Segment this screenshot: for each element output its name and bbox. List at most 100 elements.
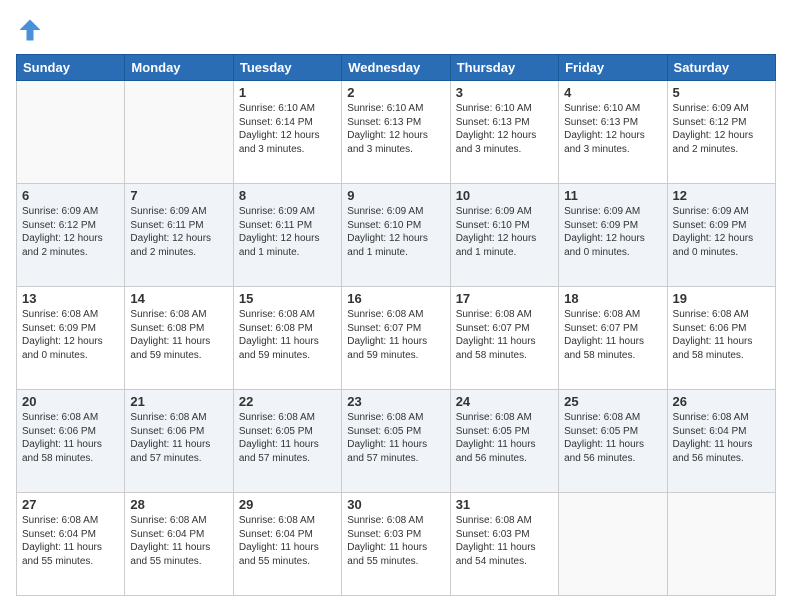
- calendar-week-1: 1Sunrise: 6:10 AM Sunset: 6:14 PM Daylig…: [17, 81, 776, 184]
- calendar-cell: 3 Sunrise: 6:10 AM Sunset: 6:13 PM Daylig…: [450, 81, 558, 184]
- calendar-cell: 15 Sunrise: 6:08 AM Sunset: 6:08 PM Dayli…: [233, 287, 341, 390]
- day-number: 23: [347, 394, 444, 409]
- day-number: 15: [239, 291, 336, 306]
- day-info: Sunrise: 6:09 AM Sunset: 6:10 PM Dayligh…: [456, 205, 553, 259]
- day-info: Sunrise: 6:08 AM Sunset: 6:07 PM Dayligh…: [347, 308, 444, 362]
- calendar-cell: 19 Sunrise: 6:08 AM Sunset: 6:06 PM Dayli…: [667, 287, 775, 390]
- calendar-cell: 16 Sunrise: 6:08 AM Sunset: 6:07 PM Dayli…: [342, 287, 450, 390]
- day-number: 28: [130, 497, 227, 512]
- weekday-header-sunday: Sunday: [17, 55, 125, 81]
- day-number: 26: [673, 394, 770, 409]
- day-info: Sunrise: 6:08 AM Sunset: 6:03 PM Dayligh…: [347, 514, 444, 568]
- day-info: Sunrise: 6:08 AM Sunset: 6:05 PM Dayligh…: [347, 411, 444, 465]
- day-number: 25: [564, 394, 661, 409]
- day-number: 18: [564, 291, 661, 306]
- day-info: Sunrise: 6:09 AM Sunset: 6:11 PM Dayligh…: [130, 205, 227, 259]
- calendar-cell: 9 Sunrise: 6:09 AM Sunset: 6:10 PM Daylig…: [342, 184, 450, 287]
- calendar-week-3: 13 Sunrise: 6:08 AM Sunset: 6:09 PM Dayli…: [17, 287, 776, 390]
- calendar-cell: 24Sunrise: 6:08 AM Sunset: 6:05 PM Dayli…: [450, 390, 558, 493]
- day-number: 12: [673, 188, 770, 203]
- day-info: Sunrise: 6:09 AM Sunset: 6:11 PM Dayligh…: [239, 205, 336, 259]
- day-info: Sunrise: 6:10 AM Sunset: 6:13 PM Dayligh…: [564, 102, 661, 156]
- day-info: Sunrise: 6:08 AM Sunset: 6:06 PM Dayligh…: [22, 411, 119, 465]
- weekday-header-saturday: Saturday: [667, 55, 775, 81]
- calendar-cell: [125, 81, 233, 184]
- calendar-week-2: 6Sunrise: 6:09 AM Sunset: 6:12 PM Daylig…: [17, 184, 776, 287]
- calendar-cell: 30 Sunrise: 6:08 AM Sunset: 6:03 PM Dayli…: [342, 493, 450, 596]
- day-info: Sunrise: 6:10 AM Sunset: 6:13 PM Dayligh…: [456, 102, 553, 156]
- day-number: 9: [347, 188, 444, 203]
- page: SundayMondayTuesdayWednesdayThursdayFrid…: [0, 0, 792, 612]
- calendar-cell: 17Sunrise: 6:08 AM Sunset: 6:07 PM Dayli…: [450, 287, 558, 390]
- weekday-header-monday: Monday: [125, 55, 233, 81]
- calendar-week-4: 20 Sunrise: 6:08 AM Sunset: 6:06 PM Dayli…: [17, 390, 776, 493]
- day-number: 10: [456, 188, 553, 203]
- day-number: 3: [456, 85, 553, 100]
- calendar-cell: 21 Sunrise: 6:08 AM Sunset: 6:06 PM Dayli…: [125, 390, 233, 493]
- day-info: Sunrise: 6:08 AM Sunset: 6:06 PM Dayligh…: [130, 411, 227, 465]
- calendar-cell: 13 Sunrise: 6:08 AM Sunset: 6:09 PM Dayli…: [17, 287, 125, 390]
- calendar-cell: [559, 493, 667, 596]
- day-number: 8: [239, 188, 336, 203]
- calendar-cell: 11Sunrise: 6:09 AM Sunset: 6:09 PM Dayli…: [559, 184, 667, 287]
- day-number: 16: [347, 291, 444, 306]
- day-info: Sunrise: 6:08 AM Sunset: 6:08 PM Dayligh…: [239, 308, 336, 362]
- calendar-cell: 12Sunrise: 6:09 AM Sunset: 6:09 PM Dayli…: [667, 184, 775, 287]
- header: [16, 16, 776, 44]
- calendar-cell: [667, 493, 775, 596]
- calendar-cell: 10 Sunrise: 6:09 AM Sunset: 6:10 PM Dayli…: [450, 184, 558, 287]
- calendar-cell: 28 Sunrise: 6:08 AM Sunset: 6:04 PM Dayli…: [125, 493, 233, 596]
- day-number: 13: [22, 291, 119, 306]
- day-info: Sunrise: 6:08 AM Sunset: 6:04 PM Dayligh…: [673, 411, 770, 465]
- day-info: Sunrise: 6:08 AM Sunset: 6:07 PM Dayligh…: [564, 308, 661, 362]
- day-number: 4: [564, 85, 661, 100]
- calendar-cell: 27 Sunrise: 6:08 AM Sunset: 6:04 PM Dayli…: [17, 493, 125, 596]
- calendar-week-5: 27 Sunrise: 6:08 AM Sunset: 6:04 PM Dayli…: [17, 493, 776, 596]
- day-number: 2: [347, 85, 444, 100]
- day-number: 29: [239, 497, 336, 512]
- day-number: 30: [347, 497, 444, 512]
- day-info: Sunrise: 6:08 AM Sunset: 6:04 PM Dayligh…: [22, 514, 119, 568]
- day-number: 21: [130, 394, 227, 409]
- day-info: Sunrise: 6:08 AM Sunset: 6:08 PM Dayligh…: [130, 308, 227, 362]
- day-number: 24: [456, 394, 553, 409]
- calendar-cell: 25 Sunrise: 6:08 AM Sunset: 6:05 PM Dayli…: [559, 390, 667, 493]
- day-info: Sunrise: 6:08 AM Sunset: 6:03 PM Dayligh…: [456, 514, 553, 568]
- day-number: 19: [673, 291, 770, 306]
- day-info: Sunrise: 6:09 AM Sunset: 6:12 PM Dayligh…: [22, 205, 119, 259]
- day-info: Sunrise: 6:10 AM Sunset: 6:13 PM Dayligh…: [347, 102, 444, 156]
- day-number: 20: [22, 394, 119, 409]
- calendar-cell: 4 Sunrise: 6:10 AM Sunset: 6:13 PM Daylig…: [559, 81, 667, 184]
- day-number: 14: [130, 291, 227, 306]
- day-info: Sunrise: 6:08 AM Sunset: 6:06 PM Dayligh…: [673, 308, 770, 362]
- day-info: Sunrise: 6:08 AM Sunset: 6:09 PM Dayligh…: [22, 308, 119, 362]
- calendar-cell: 6Sunrise: 6:09 AM Sunset: 6:12 PM Daylig…: [17, 184, 125, 287]
- day-number: 31: [456, 497, 553, 512]
- calendar-cell: 1Sunrise: 6:10 AM Sunset: 6:14 PM Daylig…: [233, 81, 341, 184]
- calendar-cell: 26 Sunrise: 6:08 AM Sunset: 6:04 PM Dayli…: [667, 390, 775, 493]
- weekday-header-tuesday: Tuesday: [233, 55, 341, 81]
- calendar-cell: 2 Sunrise: 6:10 AM Sunset: 6:13 PM Daylig…: [342, 81, 450, 184]
- calendar-cell: 7Sunrise: 6:09 AM Sunset: 6:11 PM Daylig…: [125, 184, 233, 287]
- weekday-header-row: SundayMondayTuesdayWednesdayThursdayFrid…: [17, 55, 776, 81]
- day-number: 11: [564, 188, 661, 203]
- day-number: 27: [22, 497, 119, 512]
- day-number: 22: [239, 394, 336, 409]
- calendar-cell: 29 Sunrise: 6:08 AM Sunset: 6:04 PM Dayli…: [233, 493, 341, 596]
- calendar-cell: 20 Sunrise: 6:08 AM Sunset: 6:06 PM Dayli…: [17, 390, 125, 493]
- logo-icon: [16, 16, 44, 44]
- calendar-cell: 8 Sunrise: 6:09 AM Sunset: 6:11 PM Daylig…: [233, 184, 341, 287]
- calendar-cell: 14 Sunrise: 6:08 AM Sunset: 6:08 PM Dayli…: [125, 287, 233, 390]
- day-number: 1: [239, 85, 336, 100]
- calendar-cell: [17, 81, 125, 184]
- day-info: Sunrise: 6:08 AM Sunset: 6:04 PM Dayligh…: [130, 514, 227, 568]
- day-info: Sunrise: 6:08 AM Sunset: 6:05 PM Dayligh…: [564, 411, 661, 465]
- calendar-cell: 31 Sunrise: 6:08 AM Sunset: 6:03 PM Dayli…: [450, 493, 558, 596]
- day-info: Sunrise: 6:09 AM Sunset: 6:10 PM Dayligh…: [347, 205, 444, 259]
- day-info: Sunrise: 6:08 AM Sunset: 6:04 PM Dayligh…: [239, 514, 336, 568]
- day-info: Sunrise: 6:09 AM Sunset: 6:12 PM Dayligh…: [673, 102, 770, 156]
- logo: [16, 16, 48, 44]
- calendar-cell: 18 Sunrise: 6:08 AM Sunset: 6:07 PM Dayli…: [559, 287, 667, 390]
- calendar-cell: 23 Sunrise: 6:08 AM Sunset: 6:05 PM Dayli…: [342, 390, 450, 493]
- calendar-table: SundayMondayTuesdayWednesdayThursdayFrid…: [16, 54, 776, 596]
